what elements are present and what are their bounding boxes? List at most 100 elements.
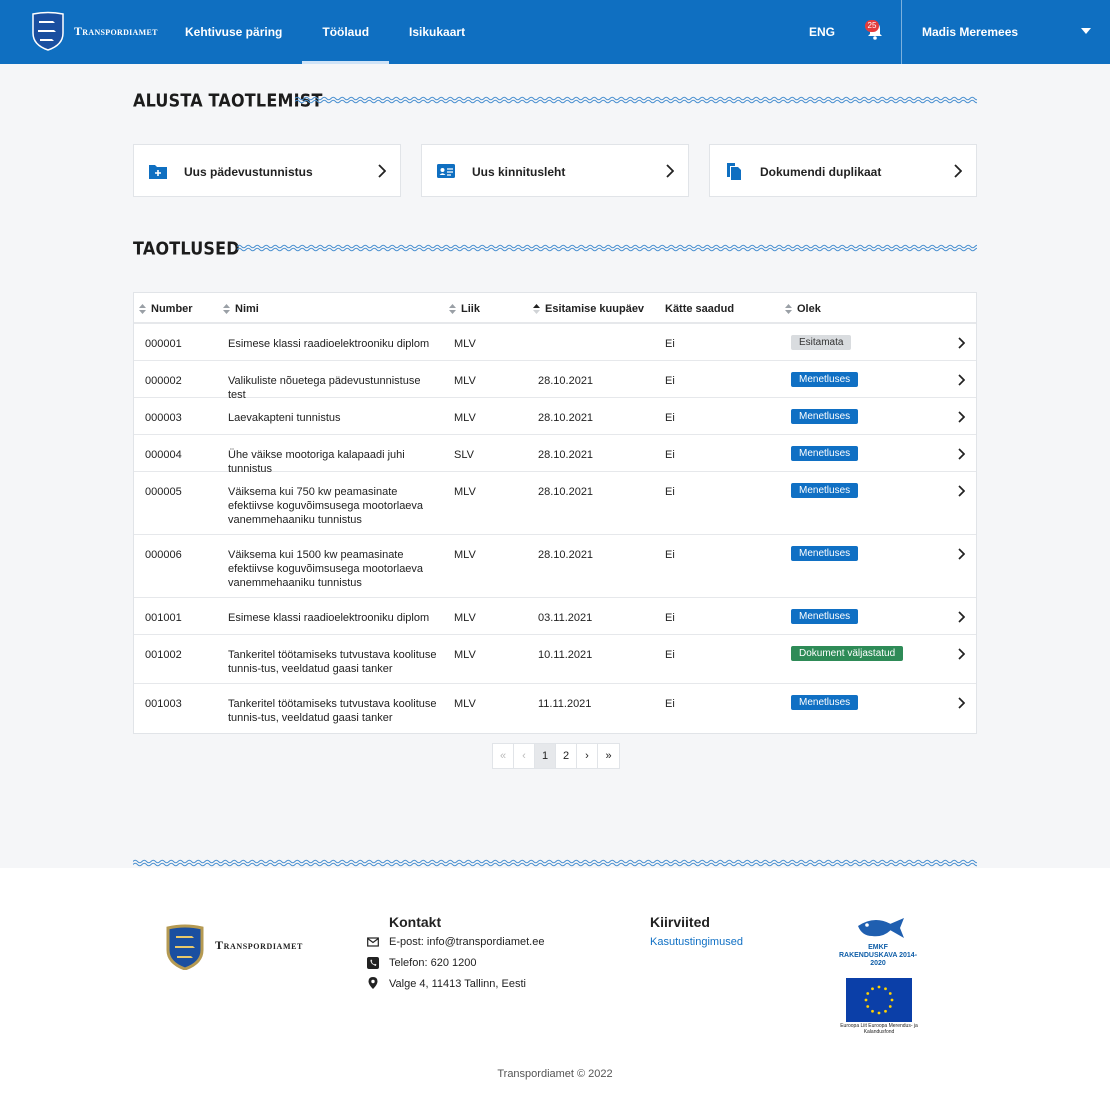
cell-received: Ei bbox=[665, 412, 675, 424]
contact-heading: Kontakt bbox=[389, 914, 442, 930]
envelope-icon bbox=[367, 937, 379, 947]
pagination-last-button[interactable]: » bbox=[598, 744, 619, 768]
cell-type: MLV bbox=[454, 649, 476, 661]
chevron-down-icon[interactable] bbox=[1081, 28, 1091, 34]
document-duplicate-card[interactable]: Dokumendi duplikaat bbox=[709, 144, 977, 197]
table-row[interactable]: 001002 Tankeritel töötamiseks tutvustava … bbox=[134, 635, 976, 684]
nav-item-toolaud[interactable]: Töölaud bbox=[302, 0, 389, 64]
status-badge: Dokument väljastatud bbox=[791, 646, 904, 661]
quick-links-heading: Kiirviited bbox=[650, 914, 710, 930]
cell-number: 000006 bbox=[145, 549, 182, 561]
table-row[interactable]: 000006 Väiksema kui 1500 kw peamasinate e… bbox=[134, 535, 976, 598]
cell-received: Ei bbox=[665, 649, 675, 661]
eu-flag-icon bbox=[846, 978, 912, 1022]
copyright: Transpordiamet © 2022 bbox=[497, 1068, 613, 1080]
chevron-right-icon[interactable] bbox=[958, 411, 965, 423]
cell-received: Ei bbox=[665, 612, 675, 624]
sort-icon bbox=[139, 304, 146, 314]
table-row[interactable]: 000001 Esimese klassi raadioelektrooniku … bbox=[134, 324, 976, 361]
terms-of-use-link[interactable]: Kasutustingimused bbox=[650, 936, 743, 948]
cell-received: Ei bbox=[665, 549, 675, 561]
new-certificate-card[interactable]: Uus pädevustunnistus bbox=[133, 144, 401, 197]
table-row[interactable]: 000005 Väiksema kui 750 kw peamasinate ef… bbox=[134, 472, 976, 535]
cell-submission-date: 28.10.2021 bbox=[538, 549, 594, 561]
cell-type: MLV bbox=[454, 486, 476, 498]
status-badge: Menetluses bbox=[791, 695, 859, 710]
pagination-page-2[interactable]: 2 bbox=[556, 744, 577, 768]
table-row[interactable]: 001003 Tankeritel töötamiseks tutvustava … bbox=[134, 684, 976, 733]
card-label: Uus kinnitusleht bbox=[472, 165, 566, 179]
footer-wave-divider bbox=[133, 859, 977, 867]
cell-number: 000003 bbox=[145, 412, 182, 424]
column-header-submission-date[interactable]: Esitamise kuupäev bbox=[533, 303, 644, 315]
sort-icon bbox=[223, 304, 230, 314]
chevron-right-icon bbox=[666, 164, 674, 178]
chevron-right-icon[interactable] bbox=[958, 485, 965, 497]
cell-name: Väiksema kui 1500 kw peamasinate efektii… bbox=[228, 549, 424, 589]
sort-icon bbox=[449, 304, 456, 314]
pagination-page-1[interactable]: 1 bbox=[535, 744, 556, 768]
table-header: Number Nimi Liik Esitamise kuupäev Kätte… bbox=[134, 293, 976, 324]
cell-name: Väiksema kui 750 kw peamasinate efektiiv… bbox=[228, 486, 424, 526]
table-row[interactable]: 000004 Ühe väikse mootoriga kalapaadi juh… bbox=[134, 435, 976, 475]
chevron-right-icon bbox=[378, 164, 386, 178]
cell-type: MLV bbox=[454, 549, 476, 561]
cell-submission-date: 28.10.2021 bbox=[538, 412, 594, 424]
pagination: «‹ 1 2 ›» bbox=[492, 743, 620, 769]
chevron-right-icon[interactable] bbox=[958, 374, 965, 386]
cell-received: Ei bbox=[665, 338, 675, 350]
chevron-right-icon[interactable] bbox=[958, 548, 965, 560]
sort-icon bbox=[785, 304, 792, 314]
contact-address: Valge 4, 11413 Tallinn, Eesti bbox=[389, 978, 526, 990]
pagination-first-button: « bbox=[493, 744, 514, 768]
applications-table: Number Nimi Liik Esitamise kuupäev Kätte… bbox=[133, 292, 977, 734]
cell-submission-date: 10.11.2021 bbox=[538, 649, 593, 661]
chevron-right-icon bbox=[954, 164, 962, 178]
chevron-right-icon[interactable] bbox=[958, 611, 965, 623]
pagination-next-button[interactable]: › bbox=[577, 744, 598, 768]
cell-number: 000005 bbox=[145, 486, 182, 498]
chevron-right-icon[interactable] bbox=[958, 648, 965, 660]
table-row[interactable]: 000002 Valikuliste nõuetega pädevustunnis… bbox=[134, 361, 976, 401]
cell-submission-date: 28.10.2021 bbox=[538, 449, 594, 461]
column-header-number[interactable]: Number bbox=[139, 303, 193, 315]
footer-logo-text: Transpordiamet bbox=[215, 938, 303, 952]
emkf-program-text: EMKF RAKENDUSKAVA 2014-2020 bbox=[838, 944, 918, 967]
column-header-status[interactable]: Olek bbox=[785, 303, 821, 315]
cell-type: MLV bbox=[454, 412, 476, 424]
transpordiamet-logo[interactable]: Transpordiamet bbox=[30, 11, 158, 51]
cell-submission-date: 28.10.2021 bbox=[538, 375, 594, 387]
user-menu-name[interactable]: Madis Meremees bbox=[922, 25, 1018, 39]
column-header-received: Kätte saadud bbox=[665, 303, 735, 315]
cell-submission-date: 03.11.2021 bbox=[538, 612, 593, 624]
chevron-right-icon[interactable] bbox=[958, 448, 965, 460]
column-header-name[interactable]: Nimi bbox=[223, 303, 259, 315]
cell-type: MLV bbox=[454, 338, 476, 350]
cell-received: Ei bbox=[665, 449, 675, 461]
cell-received: Ei bbox=[665, 486, 675, 498]
location-pin-icon bbox=[368, 977, 378, 989]
language-switch[interactable]: ENG bbox=[809, 25, 835, 39]
card-label: Uus pädevustunnistus bbox=[184, 165, 313, 179]
chevron-right-icon[interactable] bbox=[958, 697, 965, 709]
id-card-icon bbox=[437, 164, 455, 178]
copy-document-icon bbox=[727, 163, 741, 180]
cell-received: Ei bbox=[665, 375, 675, 387]
cell-type: SLV bbox=[454, 449, 474, 461]
pagination-previous-button: ‹ bbox=[514, 744, 535, 768]
chevron-right-icon[interactable] bbox=[958, 337, 965, 349]
nav-item-kehtivuse-paring[interactable]: Kehtivuse päring bbox=[165, 0, 302, 64]
nav-item-isikukaart[interactable]: Isikukaart bbox=[389, 0, 485, 64]
contact-email[interactable]: E-post: info@transpordiamet.ee bbox=[389, 936, 544, 948]
table-row[interactable]: 000003 Laevakapteni tunnistus MLV 28.10.202… bbox=[134, 398, 976, 435]
contact-phone[interactable]: Telefon: 620 1200 bbox=[389, 957, 476, 969]
cell-number: 000001 bbox=[145, 338, 182, 350]
new-confirmation-sheet-card[interactable]: Uus kinnitusleht bbox=[421, 144, 689, 197]
cell-name: Laevakapteni tunnistus bbox=[228, 412, 341, 424]
table-row[interactable]: 001001 Esimese klassi raadioelektrooniku … bbox=[134, 598, 976, 635]
column-header-type[interactable]: Liik bbox=[449, 303, 480, 315]
coat-of-arms-icon[interactable] bbox=[165, 924, 205, 970]
top-navigation-bar: Transpordiamet Kehtivuse päring Töölaud … bbox=[0, 0, 1110, 64]
cell-number: 001002 bbox=[145, 649, 182, 661]
folder-plus-icon bbox=[149, 165, 167, 179]
